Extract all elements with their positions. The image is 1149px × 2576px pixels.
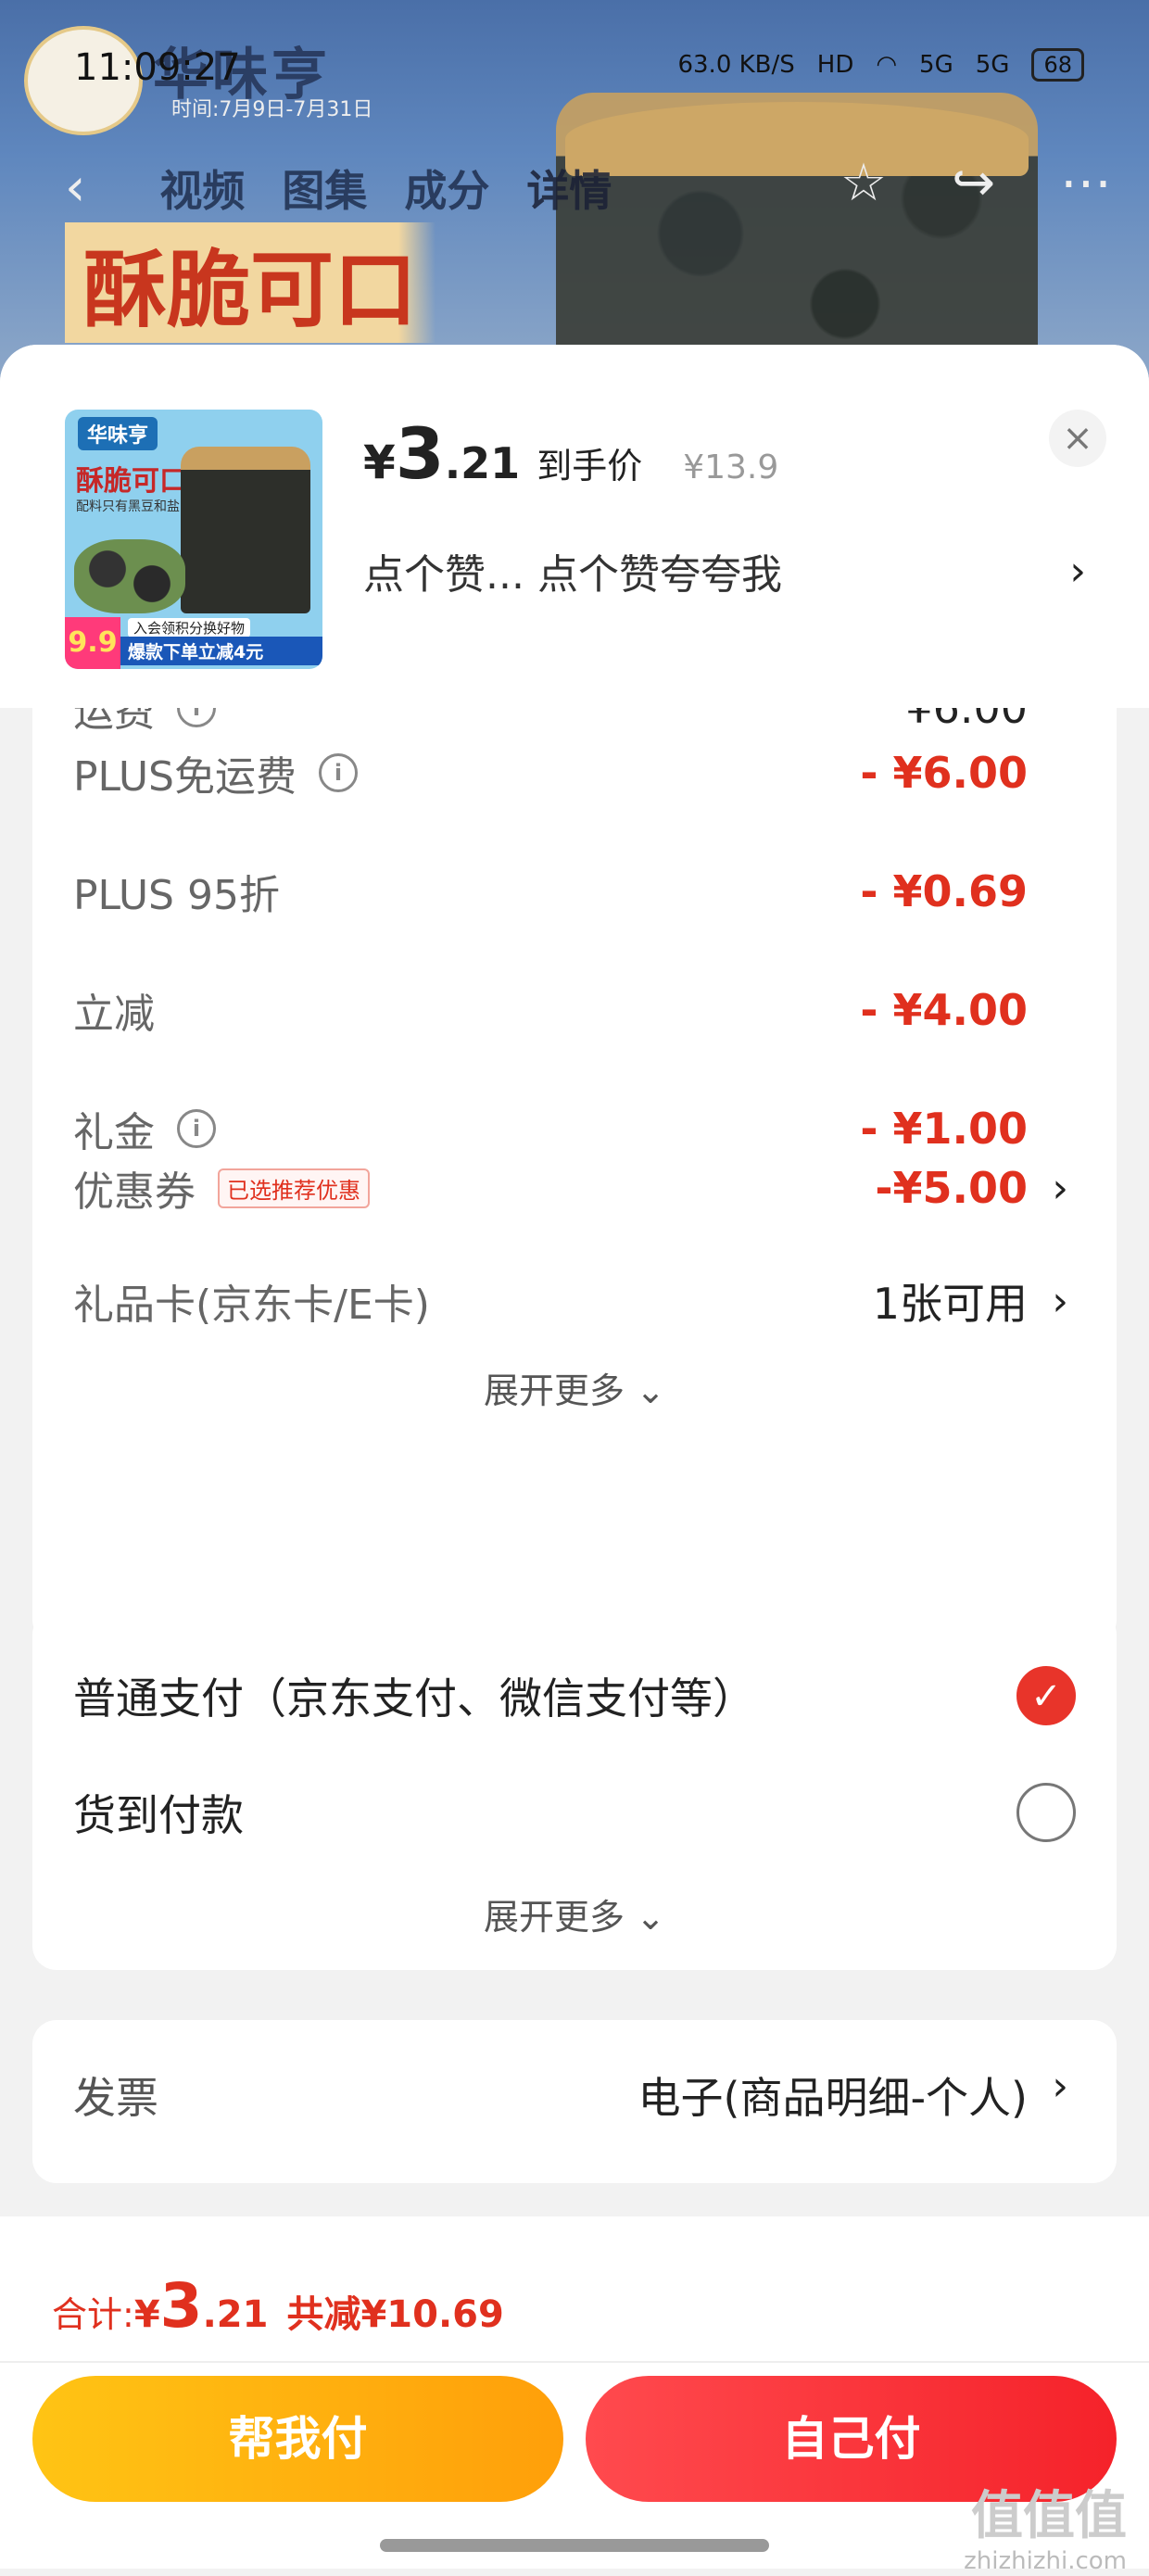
tab-gallery[interactable]: 图集 bbox=[282, 158, 367, 219]
cost-label: 运费 bbox=[73, 708, 155, 736]
message-row[interactable]: 点个赞... 点个赞夸夸我 › bbox=[363, 541, 1086, 600]
chevron-right-icon: › bbox=[1052, 1164, 1068, 1212]
help-me-pay-button[interactable]: 帮我付 bbox=[32, 2376, 563, 2502]
invoice-row[interactable]: 发票 电子(商品明细-个人) › bbox=[32, 2020, 1117, 2183]
bottom-divider bbox=[0, 2361, 1149, 2363]
cost-breakdown-card: 运费 i ¥6.00 PLUS免运费 i - ¥6.00 PLUS 95折 - ¥0… bbox=[32, 708, 1117, 1188]
price-integer: 3 bbox=[395, 412, 445, 495]
expand-label: 展开更多 bbox=[484, 1897, 625, 1938]
info-icon[interactable]: i bbox=[177, 1109, 216, 1148]
cost-value: - ¥6.00 bbox=[860, 748, 1028, 798]
payment-option-label: 货到付款 bbox=[73, 1790, 244, 1840]
final-price: ¥ 3 .21 到手价 ¥13.9 bbox=[363, 412, 779, 495]
payment-option-label: 普通支付（京东支付、微信支付等） bbox=[73, 1673, 755, 1724]
cost-value: ¥6.00 bbox=[905, 708, 1028, 733]
product-nav: ‹ 视频 图集 成分 详情 bbox=[65, 158, 612, 219]
watermark: 值值值 zhizhizhi.com bbox=[964, 2485, 1127, 2576]
total-currency: ¥ bbox=[133, 2293, 160, 2336]
total-label: 合计: bbox=[52, 2294, 134, 2335]
cost-label: PLUS免运费 bbox=[73, 753, 297, 801]
more-icon[interactable]: ⋯ bbox=[1060, 153, 1112, 213]
close-button[interactable]: × bbox=[1049, 410, 1106, 467]
chevron-right-icon: › bbox=[1069, 547, 1086, 595]
thumb-price: 9.9 bbox=[65, 617, 120, 669]
net-speed: 63.0 KB/S bbox=[677, 51, 795, 79]
thumb-title: 酥脆可口 bbox=[76, 465, 187, 498]
pay-myself-button[interactable]: 自己付 bbox=[586, 2376, 1117, 2502]
back-icon[interactable]: ‹ bbox=[65, 162, 85, 214]
cost-breakdown-card-lower: 优惠券 已选推荐优惠 -¥5.00 › 礼品卡(京东卡/E卡) 1张可用 › 展开… bbox=[32, 1151, 1117, 1644]
cost-row-coupon[interactable]: 优惠券 已选推荐优惠 -¥5.00 › bbox=[73, 1151, 1117, 1225]
radio-icon[interactable] bbox=[1016, 1783, 1076, 1842]
watermark-logo: 值值值 bbox=[971, 2486, 1127, 2546]
info-icon[interactable]: i bbox=[319, 753, 358, 792]
cost-row-plus-shipping: PLUS免运费 i - ¥6.00 bbox=[73, 736, 1117, 810]
product-slogan: 酥脆可口 bbox=[65, 222, 436, 343]
original-price: ¥13.9 bbox=[683, 448, 779, 486]
info-icon[interactable]: i bbox=[177, 708, 216, 727]
status-time: 11:09:27 bbox=[74, 46, 241, 89]
star-icon[interactable]: ☆ bbox=[840, 153, 887, 213]
cost-value: - ¥4.00 bbox=[860, 985, 1028, 1035]
watermark-url: zhizhizhi.com bbox=[964, 2547, 1127, 2576]
cost-row-gift-card[interactable]: 礼品卡(京东卡/E卡) 1张可用 › bbox=[73, 1264, 1117, 1338]
home-indicator[interactable] bbox=[380, 2539, 769, 2552]
total-integer: 3 bbox=[159, 2270, 203, 2342]
cost-value: - ¥0.69 bbox=[860, 866, 1028, 916]
cost-value: 1张可用 bbox=[872, 1279, 1028, 1329]
total-amount: 合计: ¥ 3 .21 共减¥10.69 bbox=[52, 2270, 504, 2342]
status-icons: 63.0 KB/S HD ◠ 5G 5G 68 bbox=[677, 48, 1084, 82]
tab-details[interactable]: 详情 bbox=[526, 158, 612, 219]
total-saved: 共减¥10.69 bbox=[286, 2293, 504, 2336]
hd-icon: HD bbox=[816, 51, 854, 79]
cost-label: 立减 bbox=[73, 991, 155, 1038]
thumb-brand: 华味亨 bbox=[78, 417, 158, 450]
price-decimal: .21 bbox=[444, 438, 521, 488]
thumb-promo-points: 入会领积分换好物 bbox=[128, 618, 251, 638]
thumb-beans bbox=[74, 539, 185, 613]
product-thumbnail[interactable]: 华味亨 酥脆可口 配料只有黑豆和盐 入会领积分换好物 爆款下单立减4元 9.9 bbox=[65, 410, 322, 669]
share-icon[interactable]: ↪ bbox=[952, 153, 995, 213]
expand-label: 展开更多 bbox=[484, 1370, 625, 1411]
cost-value: -¥5.00 bbox=[875, 1163, 1028, 1213]
cost-value: - ¥1.00 bbox=[860, 1104, 1028, 1154]
cost-label: 优惠券 bbox=[73, 1168, 196, 1216]
recommended-badge: 已选推荐优惠 bbox=[218, 1168, 370, 1208]
expand-more-costs[interactable]: 展开更多 ⌄ bbox=[32, 1362, 1117, 1413]
thumb-promo-discount: 爆款下单立减4元 bbox=[120, 637, 322, 665]
total-decimal: .21 bbox=[202, 2293, 269, 2336]
payment-method-card: 普通支付（京东支付、微信支付等） ✓ 货到付款 展开更多 ⌄ bbox=[32, 1610, 1117, 1970]
invoice-value: 电子(商品明细-个人) bbox=[638, 2073, 1029, 2123]
chevron-right-icon: › bbox=[1052, 2063, 1068, 2110]
tab-ingredients[interactable]: 成分 bbox=[404, 158, 489, 219]
chevron-down-icon: ⌄ bbox=[636, 1370, 665, 1411]
sheet-header: 华味亨 酥脆可口 配料只有黑豆和盐 入会领积分换好物 爆款下单立减4元 9.9 … bbox=[0, 345, 1149, 708]
cost-label: 礼金 bbox=[73, 1109, 155, 1156]
product-actions: ☆ ↪ ⋯ bbox=[840, 153, 1112, 213]
wifi-icon: ◠ bbox=[876, 51, 898, 79]
cost-label: PLUS 95折 bbox=[73, 872, 280, 919]
thumb-subtitle: 配料只有黑豆和盐 bbox=[76, 499, 180, 514]
payment-option-cod[interactable]: 货到付款 bbox=[73, 1775, 1076, 1850]
price-currency: ¥ bbox=[363, 436, 396, 489]
signal-5g-2: 5G bbox=[975, 51, 1010, 79]
payment-option-normal[interactable]: 普通支付（京东支付、微信支付等） ✓ bbox=[73, 1659, 1076, 1733]
signal-5g-1: 5G bbox=[919, 51, 953, 79]
cost-row-instant-off: 立减 - ¥4.00 bbox=[73, 973, 1117, 1047]
cost-row-plus-discount: PLUS 95折 - ¥0.69 bbox=[73, 854, 1117, 928]
chevron-down-icon: ⌄ bbox=[636, 1897, 665, 1938]
checkmark-radio-icon[interactable]: ✓ bbox=[1016, 1666, 1076, 1725]
battery-icon: 68 bbox=[1031, 48, 1084, 82]
price-tag-label: 到手价 bbox=[537, 446, 643, 486]
promo-period: 时间:7月9日-7月31日 bbox=[171, 98, 373, 121]
invoice-label: 发票 bbox=[73, 2073, 158, 2123]
expand-more-payment[interactable]: 展开更多 ⌄ bbox=[32, 1888, 1117, 1939]
thumb-jar bbox=[181, 447, 310, 613]
message-text: 点个赞... 点个赞夸夸我 bbox=[363, 551, 782, 599]
cost-label: 礼品卡(京东卡/E卡) bbox=[73, 1282, 430, 1329]
chevron-right-icon: › bbox=[1052, 1277, 1068, 1325]
tab-video[interactable]: 视频 bbox=[159, 158, 245, 219]
